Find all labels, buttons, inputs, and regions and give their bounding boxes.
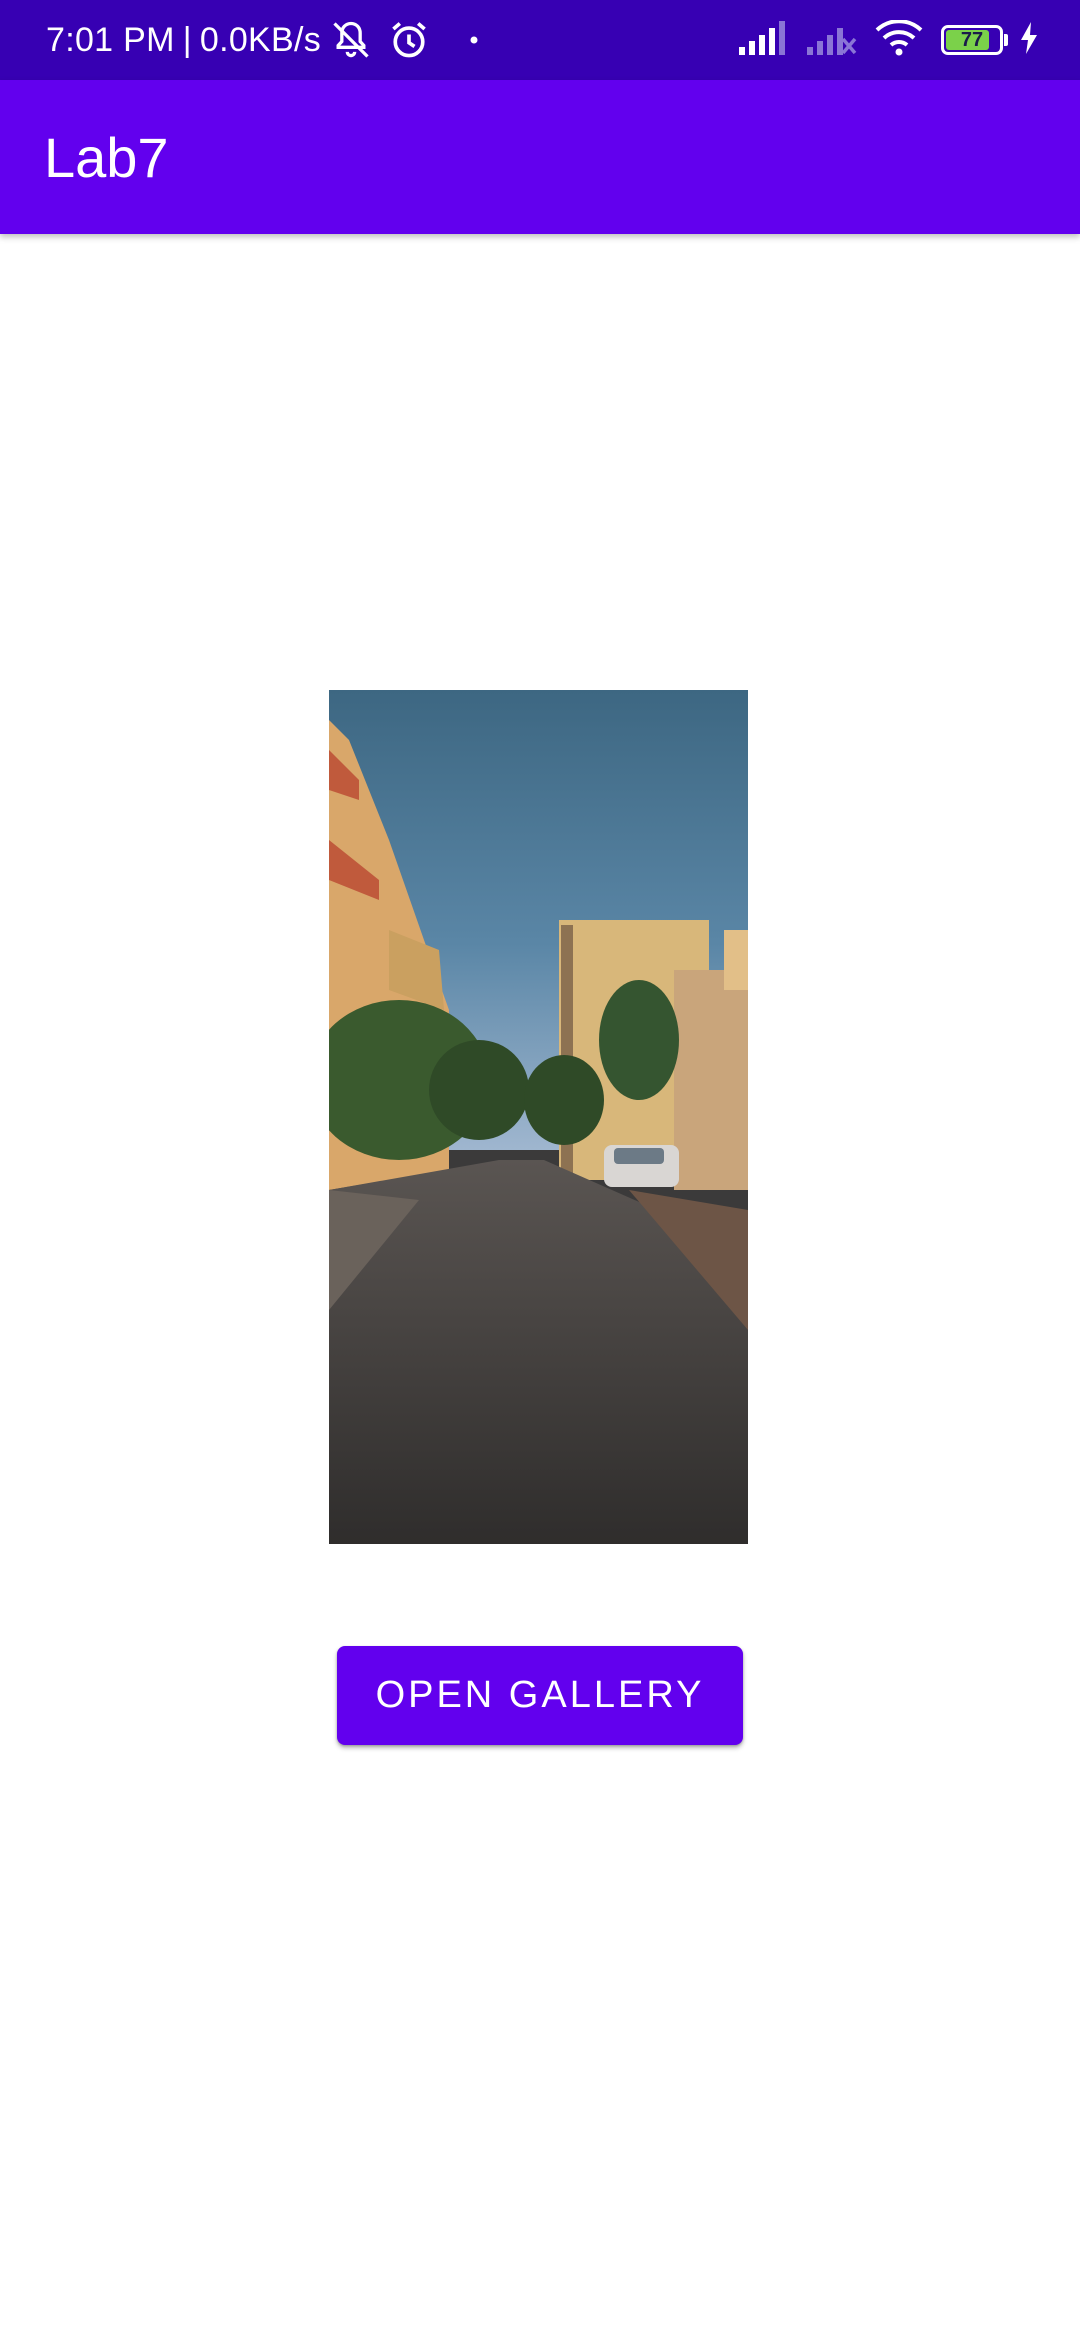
- mute-notifications-icon: [329, 18, 373, 62]
- selected-image: [329, 690, 748, 1544]
- status-separator: |: [182, 20, 192, 59]
- status-time: 7:01 PM: [46, 20, 175, 59]
- battery-icon: 77: [941, 25, 1008, 55]
- status-bar: 7:01 PM | 0.0KB/s 77: [0, 0, 1080, 80]
- status-left: 7:01 PM | 0.0KB/s: [46, 0, 479, 80]
- charging-icon: [1020, 21, 1038, 59]
- battery-level: 77: [960, 28, 984, 51]
- dot-icon: [469, 35, 479, 45]
- signal-icon: [739, 20, 789, 60]
- alarm-icon: [387, 18, 431, 62]
- app-bar: Lab7: [0, 80, 1080, 234]
- open-gallery-button[interactable]: OPEN GALLERY: [337, 1646, 743, 1745]
- wifi-icon: [875, 18, 923, 61]
- signal-off-icon: [807, 21, 857, 60]
- network-speed: 0.0KB/s: [199, 20, 322, 59]
- app-title: Lab7: [44, 125, 169, 189]
- status-right: 77: [739, 0, 1038, 80]
